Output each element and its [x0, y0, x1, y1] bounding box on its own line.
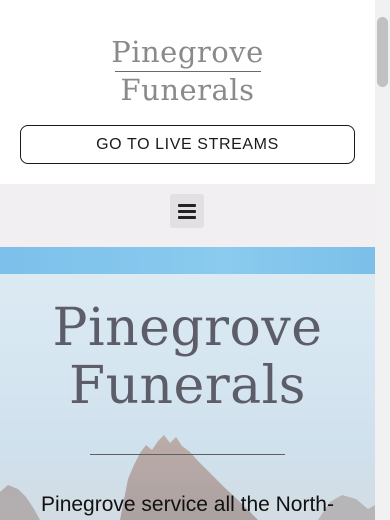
hero-section: Pinegrove Funerals Pinegrove service all… [0, 247, 375, 520]
hero-title: Pinegrove Funerals [0, 299, 375, 415]
logo-line-1: Pinegrove [111, 35, 264, 69]
page: Pinegrove Funerals GO TO LIVE STREAMS Pi… [0, 0, 390, 520]
site-logo[interactable]: Pinegrove Funerals [0, 36, 375, 106]
page-scrollbar[interactable] [375, 0, 390, 520]
menu-bar-top [178, 203, 196, 207]
hero-title-line-1: Pinegrove [52, 298, 323, 358]
menu-bar-bottom [178, 215, 196, 219]
scrollbar-thumb[interactable] [377, 17, 388, 87]
logo-line-2: Funerals [120, 73, 255, 107]
hero-title-line-2: Funerals [68, 356, 306, 416]
hero-intro-text: Pinegrove service all the North- [41, 493, 334, 516]
menu-bar-middle [178, 209, 196, 213]
logo-divider [114, 71, 261, 72]
site-header: Pinegrove Funerals GO TO LIVE STREAMS [0, 0, 375, 184]
hero-divider [90, 454, 285, 455]
page-content: Pinegrove Funerals GO TO LIVE STREAMS Pi… [0, 0, 375, 520]
hamburger-menu-icon[interactable] [170, 194, 204, 228]
live-streams-button[interactable]: GO TO LIVE STREAMS [20, 125, 355, 164]
nav-bar [0, 184, 375, 247]
